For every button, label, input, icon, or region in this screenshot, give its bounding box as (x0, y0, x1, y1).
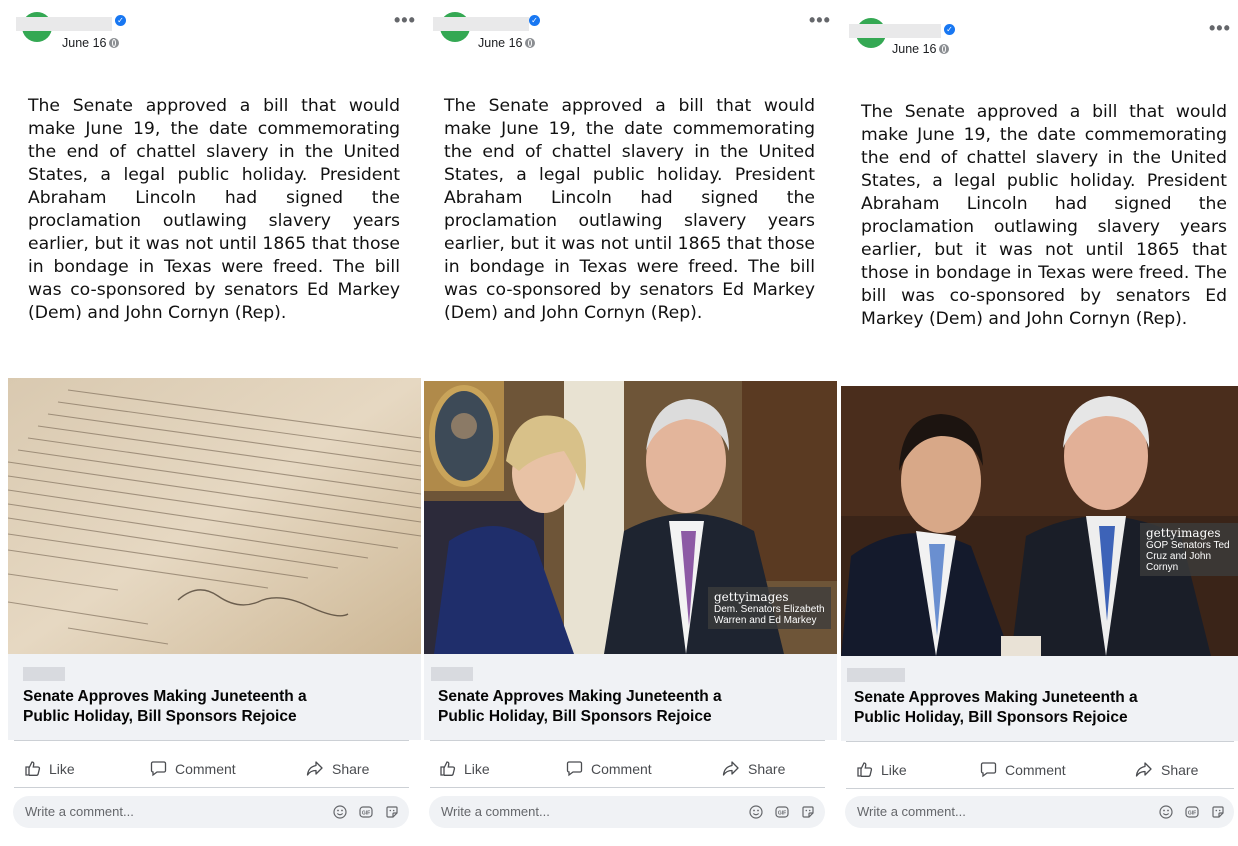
post-date[interactable]: June 16 (892, 42, 950, 56)
divider (14, 740, 409, 741)
photo-credit: gettyimages GOP Senators Ted Cruz and Jo… (1140, 523, 1238, 576)
like-button[interactable]: Like (856, 761, 907, 778)
verified-icon: ✓ (529, 15, 540, 26)
like-label: Like (881, 761, 907, 778)
post-body: The Senate approved a bill that would ma… (28, 96, 400, 323)
share-icon (722, 761, 739, 776)
share-button[interactable]: Share (1135, 761, 1198, 778)
link-headline[interactable]: Senate Approves Making Juneteenth a Publ… (23, 687, 353, 727)
share-icon (306, 761, 323, 776)
link-source-redacted (847, 668, 905, 682)
share-label: Share (1161, 761, 1199, 778)
comment-button[interactable]: Comment (566, 760, 652, 777)
author-name-redacted[interactable] (433, 17, 529, 31)
gif-icon[interactable]: GIF (775, 805, 789, 819)
comment-label: Comment (1005, 761, 1066, 778)
share-label: Share (332, 760, 370, 777)
photo-caption: Dem. Senators Elizabeth Warren and Ed Ma… (714, 604, 825, 626)
post-photo[interactable]: gettyimages Dem. Senators Elizabeth Warr… (424, 381, 837, 654)
gettyimages-logo: gettyimages (714, 590, 789, 604)
photo-caption: GOP Senators Ted Cruz and John Cornyn (1146, 540, 1230, 573)
gettyimages-logo: gettyimages (1146, 526, 1221, 540)
svg-text:GIF: GIF (778, 810, 786, 816)
comment-button[interactable]: Comment (980, 761, 1066, 778)
emoji-icon[interactable] (1159, 805, 1173, 819)
post-body: The Senate approved a bill that would ma… (444, 96, 815, 323)
like-button[interactable]: Like (439, 760, 490, 777)
like-label: Like (464, 760, 490, 777)
like-button[interactable]: Like (24, 760, 75, 777)
like-icon (25, 761, 41, 776)
comment-icon (980, 762, 997, 778)
link-preview[interactable]: Senate Approves Making Juneteenth a Publ… (841, 656, 1238, 741)
svg-text:GIF: GIF (1188, 810, 1196, 816)
globe-icon (109, 38, 120, 48)
link-headline[interactable]: Senate Approves Making Juneteenth a Publ… (438, 687, 768, 727)
emoji-icon[interactable] (749, 805, 763, 819)
post-3: ✓ June 16 ••• The Senate approved a bill… (840, 0, 1238, 846)
photo-credit: gettyimages Dem. Senators Elizabeth Warr… (708, 587, 831, 629)
post-photo[interactable] (8, 378, 421, 654)
post-date[interactable]: June 16 (478, 36, 536, 50)
link-headline[interactable]: Senate Approves Making Juneteenth a Publ… (854, 688, 1184, 728)
post-body: The Senate approved a bill that would ma… (861, 102, 1227, 329)
post-1: ✓ June 16 ••• The Senate approved a bill… (0, 0, 421, 846)
gif-icon[interactable]: GIF (359, 805, 373, 819)
divider (846, 788, 1234, 789)
sticker-icon[interactable] (1211, 805, 1225, 819)
emoji-icon[interactable] (333, 805, 347, 819)
divider (846, 741, 1234, 742)
share-button[interactable]: Share (306, 760, 369, 777)
more-icon[interactable]: ••• (1209, 18, 1231, 39)
more-icon[interactable]: ••• (394, 10, 416, 31)
post-date-text: June 16 (478, 36, 523, 50)
verified-icon: ✓ (115, 15, 126, 26)
like-label: Like (49, 760, 75, 777)
comment-placeholder: Write a comment... (857, 804, 966, 819)
globe-icon (525, 38, 536, 48)
sticker-icon[interactable] (385, 805, 399, 819)
verified-icon: ✓ (944, 24, 955, 35)
comment-placeholder: Write a comment... (441, 804, 550, 819)
post-date-text: June 16 (62, 36, 107, 50)
post-photo[interactable]: gettyimages GOP Senators Ted Cruz and Jo… (841, 386, 1238, 656)
divider (430, 787, 825, 788)
globe-icon (939, 44, 950, 54)
post-date-text: June 16 (892, 42, 937, 56)
svg-text:GIF: GIF (362, 810, 370, 816)
post-2: ✓ June 16 ••• The Senate approved a bill… (423, 0, 837, 846)
senators-photo (841, 386, 1238, 656)
comment-input[interactable]: Write a comment... GIF (429, 796, 825, 828)
share-label: Share (748, 760, 786, 777)
gif-icon[interactable]: GIF (1185, 805, 1199, 819)
divider (430, 740, 825, 741)
link-preview[interactable]: Senate Approves Making Juneteenth a Publ… (8, 654, 421, 740)
more-icon[interactable]: ••• (809, 10, 831, 31)
link-preview[interactable]: Senate Approves Making Juneteenth a Publ… (424, 654, 837, 740)
comment-label: Comment (591, 760, 652, 777)
comment-label: Comment (175, 760, 236, 777)
comment-input[interactable]: Write a comment... GIF (845, 796, 1234, 828)
divider (14, 787, 409, 788)
author-name-redacted[interactable] (849, 24, 941, 38)
share-icon (1135, 762, 1152, 777)
like-icon (857, 762, 873, 777)
link-source-redacted (23, 667, 65, 681)
comment-icon (566, 761, 583, 777)
link-source-redacted (431, 667, 473, 681)
proclamation-document-image (8, 378, 421, 654)
comment-placeholder: Write a comment... (25, 804, 134, 819)
share-button[interactable]: Share (722, 760, 785, 777)
comment-input[interactable]: Write a comment... GIF (13, 796, 409, 828)
comment-icon (150, 761, 167, 777)
sticker-icon[interactable] (801, 805, 815, 819)
author-name-redacted[interactable] (16, 17, 112, 31)
like-icon (440, 761, 456, 776)
comment-button[interactable]: Comment (150, 760, 236, 777)
post-date[interactable]: June 16 (62, 36, 120, 50)
